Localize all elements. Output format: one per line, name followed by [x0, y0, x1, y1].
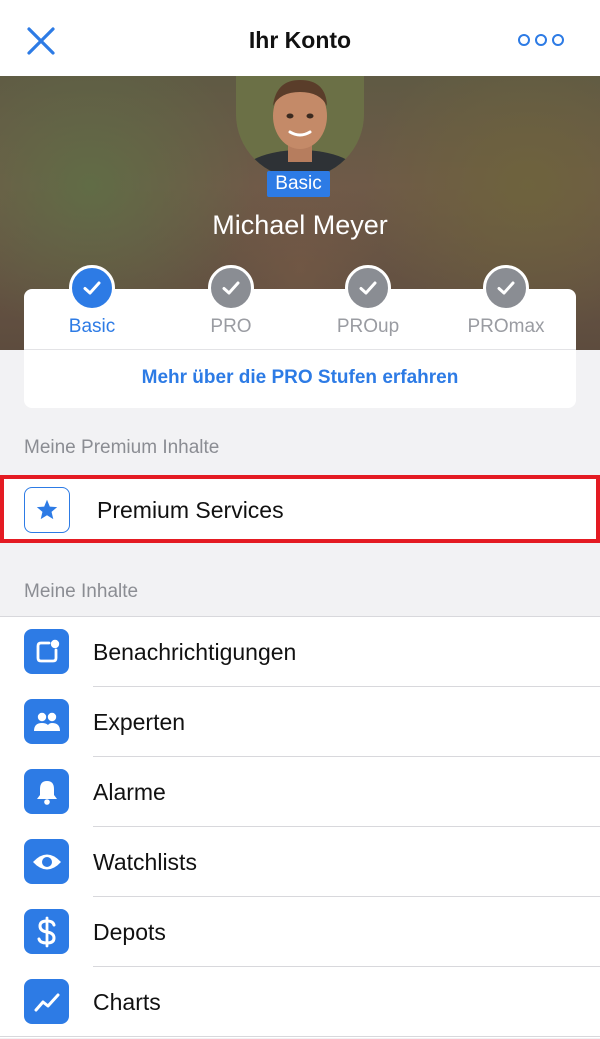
tier-pro[interactable]: PRO: [176, 265, 286, 338]
list-item-benachrichtigungen[interactable]: Benachrichtigungen: [0, 617, 600, 687]
dollar-icon: [24, 909, 69, 954]
premium-services-label: Premium Services: [97, 497, 284, 523]
tier-badge: Basic: [267, 171, 330, 197]
user-name: Michael Meyer: [212, 210, 388, 240]
pro-tiers-info-link[interactable]: Mehr über die PRO Stufen erfahren: [24, 367, 576, 389]
list-item-watchlists[interactable]: Watchlists: [0, 827, 600, 897]
list-item-label: Benachrichtigungen: [93, 639, 297, 665]
tier-label: Basic: [68, 316, 116, 337]
section-label-premium: Meine Premium Inhalte: [24, 437, 220, 458]
tier-label: PROup: [336, 316, 400, 337]
more-dot-icon: [535, 34, 547, 46]
list-item-experten[interactable]: Experten: [0, 687, 600, 757]
bell-icon: [24, 769, 69, 814]
check-circle-icon: [345, 265, 391, 311]
more-options-button[interactable]: [518, 30, 564, 50]
list-item-label: Depots: [93, 919, 166, 945]
divider: [24, 349, 576, 350]
list-item-label: Alarme: [93, 779, 166, 805]
tier-label: PROmax: [467, 316, 545, 337]
list-item-label: Charts: [93, 989, 161, 1015]
check-circle-icon: [69, 265, 115, 311]
star-shape-icon: [36, 499, 58, 520]
check-circle-icon: [483, 265, 529, 311]
avatar[interactable]: [236, 76, 364, 178]
list-item-label: Experten: [93, 709, 186, 735]
checkmark-icon: [222, 281, 240, 295]
tier-promax[interactable]: PROmax: [451, 265, 561, 338]
section-label-content: Meine Inhalte: [24, 581, 139, 602]
avatar-photo: [236, 76, 364, 178]
checkmark-icon: [497, 281, 515, 295]
notification-icon: [24, 629, 69, 674]
tier-label: PRO: [210, 316, 252, 337]
checkmark-icon: [359, 281, 377, 295]
check-circle-icon: [208, 265, 254, 311]
premium-services-item[interactable]: Premium Services: [0, 475, 600, 543]
list-item-charts[interactable]: Charts: [0, 967, 600, 1037]
more-dot-icon: [518, 34, 530, 46]
tier-card: Basic PRO PROup PROmax Mehr über die PRO…: [24, 265, 576, 408]
tier-proup[interactable]: PROup: [313, 265, 423, 338]
list-item-depots[interactable]: Depots: [0, 897, 600, 967]
content-list: Benachrichtigungen Experten Alarme Watch…: [0, 616, 600, 1038]
people-icon: [24, 699, 69, 744]
divider: [0, 1036, 600, 1037]
list-item-label: Watchlists: [93, 849, 197, 875]
list-item-alarme[interactable]: Alarme: [0, 757, 600, 827]
eye-icon: [24, 839, 69, 884]
more-dot-icon: [552, 34, 564, 46]
star-icon: [24, 487, 70, 533]
page-title: Ihr Konto: [248, 27, 352, 53]
tier-basic[interactable]: Basic: [37, 265, 147, 338]
chart-icon: [24, 979, 69, 1024]
checkmark-icon: [83, 281, 101, 295]
top-navigation-bar: Ihr Konto: [0, 0, 600, 76]
